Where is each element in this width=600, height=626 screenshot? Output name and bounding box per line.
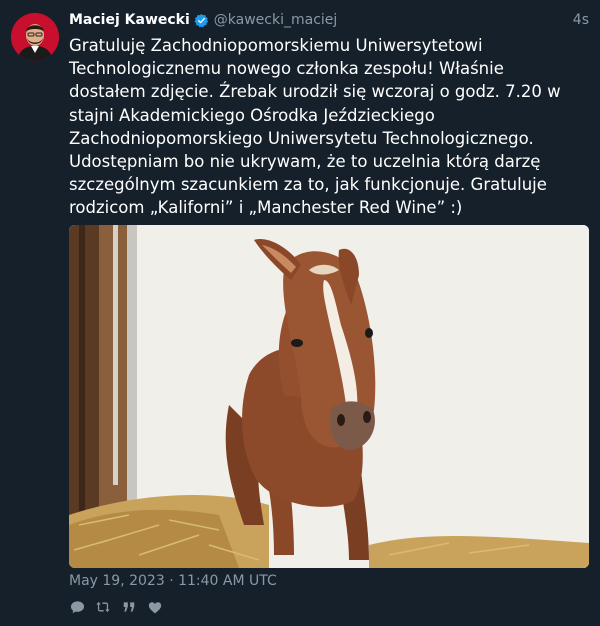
- foal-photo: [69, 225, 589, 568]
- avatar[interactable]: [11, 13, 59, 61]
- reply-icon[interactable]: [69, 599, 85, 615]
- relative-time[interactable]: 4s: [573, 12, 589, 28]
- tweet-timestamp[interactable]: May 19, 2023 · 11:40 AM UTC: [69, 573, 277, 589]
- avatar-image: [11, 13, 59, 61]
- tweet-card: Maciej Kawecki @kawecki_maciej 4s Gratul…: [0, 0, 600, 626]
- verified-badge-icon: [194, 13, 209, 28]
- tweet-header: Maciej Kawecki @kawecki_maciej 4s: [69, 10, 589, 30]
- display-name[interactable]: Maciej Kawecki: [69, 12, 190, 28]
- tweet-photo[interactable]: [69, 225, 589, 568]
- user-handle[interactable]: @kawecki_maciej: [214, 12, 338, 28]
- tweet-text: Gratuluję Zachodniopomorskiemu Uniwersyt…: [69, 36, 561, 218]
- like-icon[interactable]: [147, 599, 163, 615]
- tweet-actions: [69, 599, 163, 615]
- quote-icon[interactable]: [121, 599, 137, 615]
- retweet-icon[interactable]: [95, 599, 111, 615]
